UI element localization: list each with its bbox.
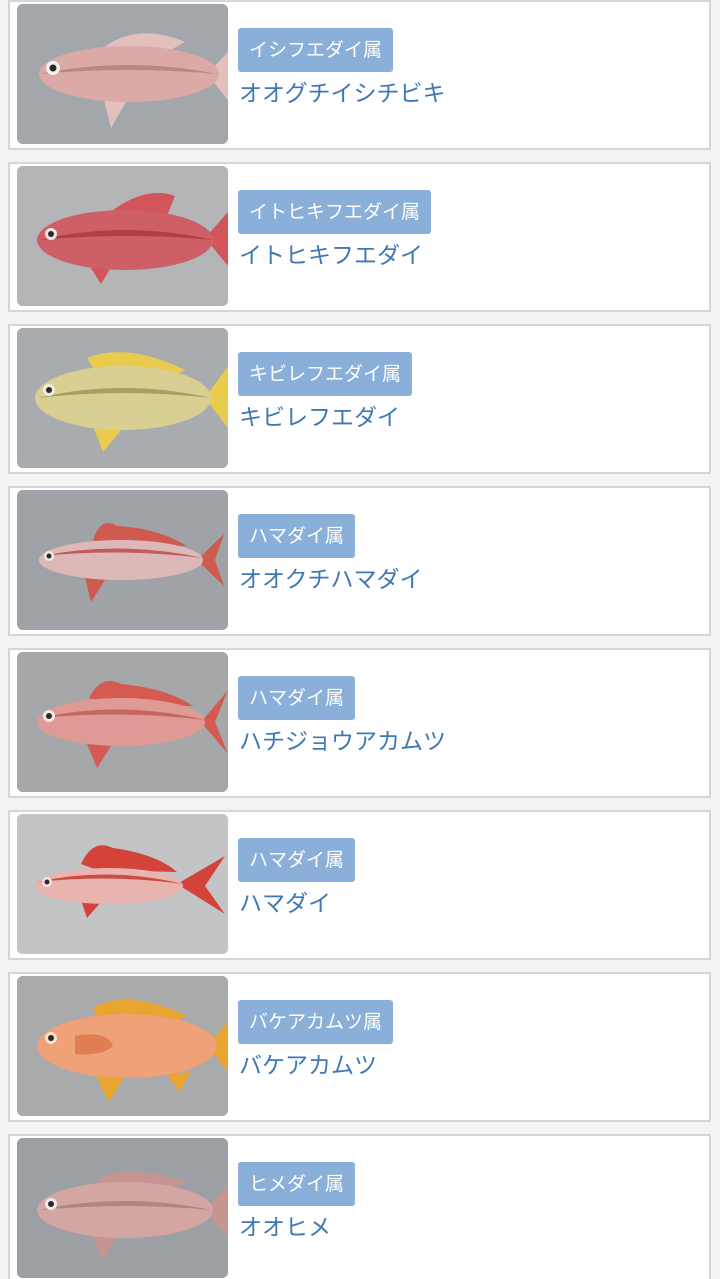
fish-photo <box>17 328 228 468</box>
fish-card[interactable]: ハマダイ属 ハマダイ <box>8 810 711 960</box>
fish-illustration <box>17 4 228 144</box>
species-name[interactable]: キビレフエダイ <box>239 402 400 434</box>
fish-card[interactable]: イシフエダイ属 オオグチイシチビキ <box>8 0 711 150</box>
fish-illustration <box>17 652 228 792</box>
fish-photo <box>17 814 228 954</box>
fish-illustration <box>17 1138 228 1278</box>
genus-tag: イトヒキフエダイ属 <box>238 190 432 234</box>
fish-photo <box>17 490 228 630</box>
species-name[interactable]: オオクチハマダイ <box>239 564 423 596</box>
fish-photo <box>17 976 228 1116</box>
species-name[interactable]: イトヒキフエダイ <box>239 240 423 272</box>
species-name[interactable]: ハチジョウアカムツ <box>239 726 446 758</box>
genus-tag: ハマダイ属 <box>238 676 356 720</box>
fish-card[interactable]: ハマダイ属 オオクチハマダイ <box>8 486 711 636</box>
species-name[interactable]: オオグチイシチビキ <box>239 78 446 110</box>
fish-photo <box>17 166 228 306</box>
genus-tag: ハマダイ属 <box>238 838 356 882</box>
species-name[interactable]: オオヒメ <box>239 1212 331 1244</box>
genus-tag: イシフエダイ属 <box>238 28 394 72</box>
fish-card[interactable]: バケアカムツ属 バケアカムツ <box>8 972 711 1122</box>
genus-tag: ハマダイ属 <box>238 514 356 558</box>
fish-illustration <box>17 166 228 306</box>
fish-list: イシフエダイ属 オオグチイシチビキ イトヒキフエダイ属 イトヒキフエダイ キビレ… <box>0 0 720 1279</box>
genus-tag: キビレフエダイ属 <box>238 352 413 396</box>
fish-card[interactable]: イトヒキフエダイ属 イトヒキフエダイ <box>8 162 711 312</box>
genus-tag: バケアカムツ属 <box>238 1000 394 1044</box>
fish-photo <box>17 4 228 144</box>
species-name[interactable]: バケアカムツ <box>239 1050 377 1082</box>
fish-illustration <box>17 976 228 1116</box>
fish-card[interactable]: ハマダイ属 ハチジョウアカムツ <box>8 648 711 798</box>
fish-photo <box>17 1138 228 1278</box>
fish-photo <box>17 652 228 792</box>
fish-illustration <box>17 328 228 468</box>
fish-card[interactable]: キビレフエダイ属 キビレフエダイ <box>8 324 711 474</box>
genus-tag: ヒメダイ属 <box>238 1162 356 1206</box>
species-name[interactable]: ハマダイ <box>239 888 331 920</box>
fish-illustration <box>17 490 228 630</box>
fish-illustration <box>17 814 228 954</box>
fish-card[interactable]: ヒメダイ属 オオヒメ <box>8 1134 711 1279</box>
